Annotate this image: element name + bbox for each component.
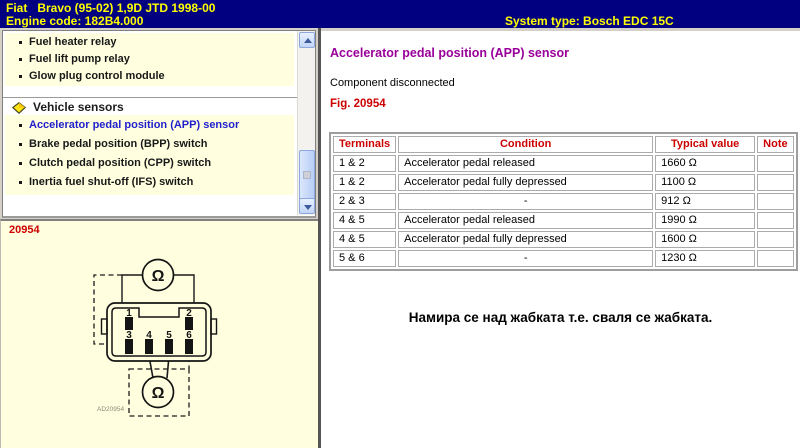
ohm-symbol: Ω [152,268,165,285]
list-item-cpp-switch[interactable]: Clutch pedal position (CPP) switch [5,154,294,173]
table-row: 4 & 5 Accelerator pedal released 1990 Ω [333,212,794,229]
section-separator [3,97,297,98]
cell-note [757,155,793,172]
cell-terminals: 5 & 6 [333,250,396,267]
list-item-fuel-lift-pump-relay[interactable]: Fuel lift pump relay [5,51,294,68]
figure-reference-link[interactable]: Fig. 20954 [330,98,386,110]
cell-typical-value: 912 Ω [655,193,755,210]
cell-condition: Accelerator pedal released [398,212,653,229]
list-item-app-sensor[interactable]: Accelerator pedal position (APP) sensor [5,116,294,135]
list-item-label: Fuel lift pump relay [29,53,130,65]
table-row: 1 & 2 Accelerator pedal released 1660 Ω [333,155,794,172]
pin-number: 3 [126,330,132,341]
pin-6 [185,339,193,354]
bullet-icon [19,143,22,146]
cell-condition: Accelerator pedal fully depressed [398,174,653,191]
cell-note [757,250,793,267]
pin-5 [165,339,173,354]
section-label: Vehicle sensors [33,100,124,114]
diamond-icon [12,102,26,114]
engine-code: Engine code: 182B4.000 [6,14,143,28]
system-type: System type: Bosch EDC 15C [505,14,674,28]
col-header-typical-value: Typical value [655,136,755,153]
cell-terminals: 4 & 5 [333,212,396,229]
scroll-down-button[interactable] [299,198,315,214]
cell-typical-value: 1600 Ω [655,231,755,248]
section-vehicle-sensors[interactable]: Vehicle sensors [3,100,297,115]
connector-diagram: Ω Ω 1 2 3 4 5 6 AD20954 [1,221,319,448]
ohm-symbol: Ω [152,385,165,402]
figure-ref-label: AD20954 [97,406,124,413]
bullet-icon [19,58,22,61]
table-row: 5 & 6 - 1230 Ω [333,250,794,267]
cell-typical-value: 1990 Ω [655,212,755,229]
pin-number: 4 [146,330,152,341]
table-header-row: Terminals Condition Typical value Note [333,136,794,153]
cell-terminals: 1 & 2 [333,155,396,172]
pin-3 [125,339,133,354]
table-row: 2 & 3 - 912 Ω [333,193,794,210]
cell-condition: Accelerator pedal fully depressed [398,231,653,248]
cell-condition: Accelerator pedal released [398,155,653,172]
list-item-ifs-switch[interactable]: Inertia fuel shut-off (IFS) switch [5,173,294,192]
list-item-label: Clutch pedal position (CPP) switch [29,157,211,169]
list-item-fuel-heater-relay[interactable]: Fuel heater relay [5,34,294,51]
cell-typical-value: 1660 Ω [655,155,755,172]
list-item-glow-plug-control-module[interactable]: Glow plug control module [5,68,294,85]
scrollbar-grip-icon [303,171,311,179]
cell-note [757,193,793,210]
cell-typical-value: 1100 Ω [655,174,755,191]
pin-number: 5 [166,330,172,341]
list-scrollbar[interactable] [297,31,315,215]
cell-condition: - [398,250,653,267]
bullet-icon [19,162,22,165]
figure-pane: Ω Ω 1 2 3 4 5 6 AD20954 20954 [0,219,318,448]
scroll-up-button[interactable] [299,32,315,48]
component-list: Fuel heater relay Fuel lift pump relay G… [2,30,316,218]
col-header-terminals: Terminals [333,136,396,153]
pin-4 [145,339,153,354]
vehicle-title: Fiat Bravo (95-02) 1,9D JTD 1998-00 [6,1,215,15]
cell-terminals: 2 & 3 [333,193,396,210]
list-item-label: Brake pedal position (BPP) switch [29,138,207,150]
detail-panel: Accelerator pedal position (APP) sensor … [321,31,800,448]
chevron-down-icon [304,205,312,210]
list-item-label: Glow plug control module [29,70,165,82]
pin-number: 6 [186,330,192,341]
table-row: 1 & 2 Accelerator pedal fully depressed … [333,174,794,191]
bullet-icon [19,181,22,184]
bullet-icon [19,41,22,44]
pin-number: 1 [126,308,132,319]
list-item-label: Fuel heater relay [29,36,116,48]
test-condition-text: Component disconnected [330,77,455,89]
col-header-note: Note [757,136,793,153]
list-item-label: Accelerator pedal position (APP) sensor [29,119,239,131]
connector-shell [107,303,211,361]
component-list-content: Fuel heater relay Fuel lift pump relay G… [3,31,297,215]
cell-note [757,231,793,248]
bullet-icon [19,124,22,127]
cell-terminals: 1 & 2 [333,174,396,191]
list-item-label: Inertia fuel shut-off (IFS) switch [29,176,193,188]
title-bar: Fiat Bravo (95-02) 1,9D JTD 1998-00 Engi… [0,0,800,28]
col-header-condition: Condition [398,136,653,153]
cell-typical-value: 1230 Ω [655,250,755,267]
location-note: Намира се над жабката т.е. сваля се жабк… [321,310,800,325]
pin-number: 2 [186,308,192,319]
page-title: Accelerator pedal position (APP) sensor [330,46,569,60]
cell-condition: - [398,193,653,210]
table-row: 4 & 5 Accelerator pedal fully depressed … [333,231,794,248]
chevron-up-icon [304,38,312,43]
relay-group: Fuel heater relay Fuel lift pump relay G… [5,33,294,86]
figure-number: 20954 [9,224,40,236]
test-values-table: Terminals Condition Typical value Note 1… [329,132,798,271]
sensor-group: Accelerator pedal position (APP) sensor … [5,115,294,195]
cell-note [757,212,793,229]
scrollbar-thumb[interactable] [299,150,315,200]
cell-terminals: 4 & 5 [333,231,396,248]
bullet-icon [19,75,22,78]
list-item-bpp-switch[interactable]: Brake pedal position (BPP) switch [5,135,294,154]
cell-note [757,174,793,191]
